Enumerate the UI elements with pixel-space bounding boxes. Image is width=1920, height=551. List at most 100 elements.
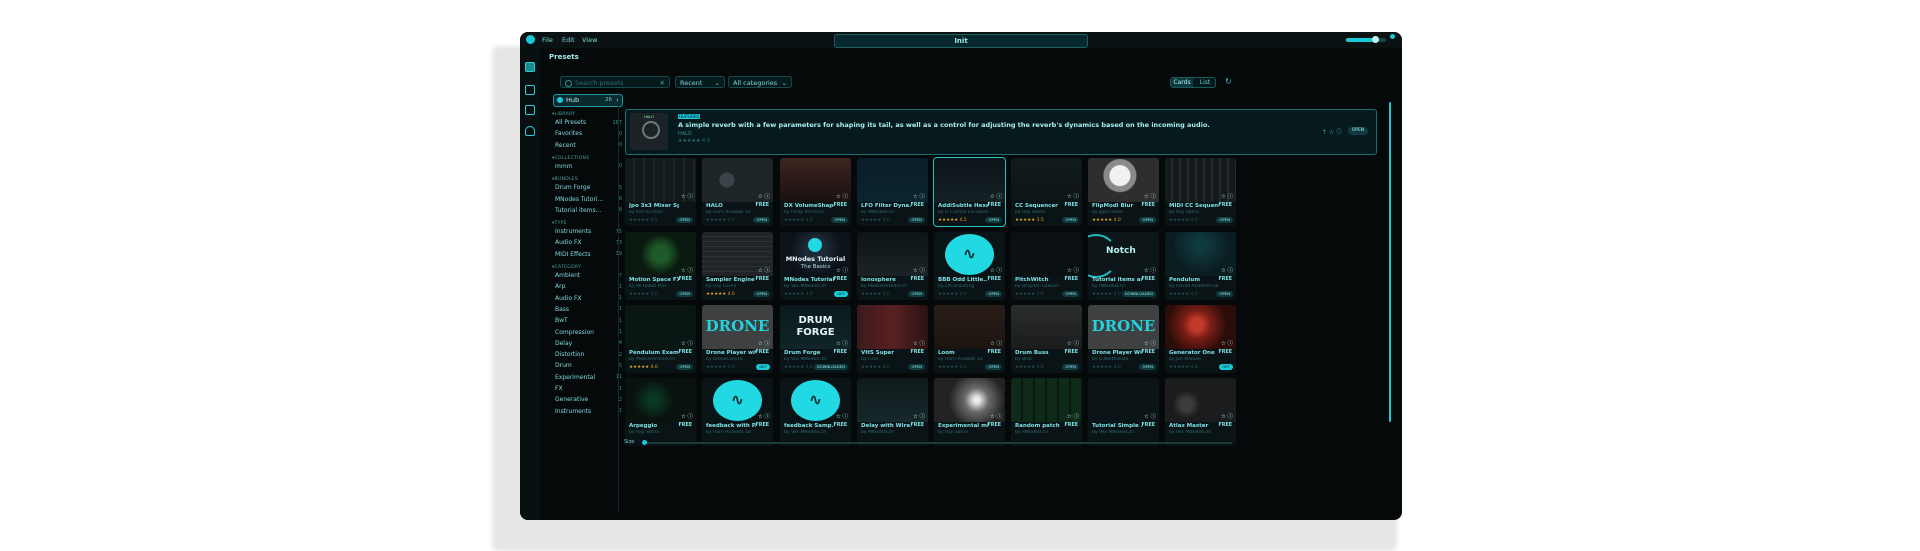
preset-card[interactable]: DRONE ☆ ⓘDrone Player with...FREE by Drone… xyxy=(702,305,773,373)
preset-card[interactable]: ☆ ⓘAddiSubtle Hexa...FREE by P. Castilla … xyxy=(933,157,1006,227)
open-button[interactable]: OPEN xyxy=(908,291,925,297)
cards-view-button[interactable]: Cards xyxy=(1171,78,1193,87)
clear-search-icon[interactable]: ✕ xyxy=(660,77,665,89)
card-actions-icon[interactable]: ☆ ⓘ xyxy=(758,266,770,274)
modules-nav-icon[interactable] xyxy=(525,105,535,115)
sidebar-item-audio-fx[interactable]: Audio FX xyxy=(555,295,582,302)
size-slider-knob[interactable] xyxy=(642,440,647,445)
card-actions-icon[interactable]: ☆ ⓘ xyxy=(836,266,848,274)
sidebar-item-fx[interactable]: FX xyxy=(555,385,563,392)
get-button[interactable]: GET xyxy=(1219,364,1233,370)
open-button[interactable]: OPEN xyxy=(676,217,693,223)
card-actions-icon[interactable]: ☆ ⓘ xyxy=(1144,412,1156,420)
preset-title[interactable]: Init xyxy=(834,34,1088,48)
sidebar-item-recent[interactable]: Recent xyxy=(555,142,576,149)
sidebar-item-bass[interactable]: Bass xyxy=(555,306,569,313)
sidebar-item-compression[interactable]: Compression xyxy=(555,329,594,336)
open-button[interactable]: OPEN xyxy=(831,217,848,223)
sidebar-section-collections[interactable]: ▾COLLECTIONS xyxy=(552,156,589,161)
preset-card[interactable]: ☆ ⓘ Delay with Wire... FREE by MNodesCtrl xyxy=(857,378,928,446)
sidebar-item-audio-fx[interactable]: Audio FX xyxy=(555,239,582,246)
featured-open-button[interactable]: OPEN xyxy=(1348,127,1368,135)
get-button[interactable]: GET xyxy=(756,364,770,370)
editor-nav-icon[interactable] xyxy=(525,85,535,95)
category-dropdown[interactable]: All categories ⌄ xyxy=(728,76,792,88)
sidebar-item-generative[interactable]: Generative xyxy=(555,396,588,403)
lab-nav-icon[interactable] xyxy=(525,126,535,136)
card-actions-icon[interactable]: ☆ ⓘ xyxy=(681,412,693,420)
preset-card[interactable]: Notch☆ ⓘTutorial items as...FREEby MNode… xyxy=(1088,232,1159,300)
presets-nav-icon[interactable] xyxy=(525,62,535,72)
card-actions-icon[interactable]: ☆ ⓘ xyxy=(913,266,925,274)
open-button[interactable]: OPEN xyxy=(676,291,693,297)
preset-card[interactable]: ☆ ⓘ Generator One FREE by Jon Manuel ★★★★★ 4… xyxy=(1165,305,1236,373)
card-actions-icon[interactable]: ☆ ⓘ xyxy=(681,339,693,347)
card-actions-icon[interactable]: ☆ ⓘ xyxy=(836,192,848,200)
open-button[interactable]: OPEN xyxy=(985,364,1002,370)
search-input[interactable]: Search presets ✕ xyxy=(560,76,670,88)
sidebar-item-tutorial-items-[interactable]: Tutorial items... xyxy=(555,207,601,214)
open-button[interactable]: OPEN xyxy=(985,217,1002,223)
open-button[interactable]: OPEN xyxy=(1062,217,1079,223)
sort-dropdown[interactable]: Recent ⌄ xyxy=(675,76,725,88)
preset-card[interactable]: ☆ ⓘ Drum Buss FREE by Blob ★★★★★ 4.0 OPEN xyxy=(1011,305,1082,373)
card-actions-icon[interactable]: ☆ ⓘ xyxy=(1221,192,1233,200)
preset-card[interactable]: ∿ ☆ ⓘ BBB Odd Little... FREE by LPConsulting… xyxy=(934,232,1005,300)
downloaded-button[interactable]: DOWNLOADED xyxy=(1121,291,1156,297)
sidebar-section-library[interactable]: ▾LIBRARY xyxy=(552,112,575,117)
sidebar-section-type[interactable]: ▾TYPE xyxy=(552,221,567,226)
card-actions-icon[interactable]: ☆ ⓘ xyxy=(990,412,1002,420)
open-button[interactable]: OPEN xyxy=(985,291,1002,297)
app-logo-icon[interactable] xyxy=(526,35,535,44)
card-actions-icon[interactable]: ☆ ⓘ xyxy=(1067,412,1079,420)
preset-card[interactable]: ☆ ⓘ Loom FREE by Harri Anawati 18 ★★★★★ 4.0 O… xyxy=(934,305,1005,373)
featured-actions[interactable]: ⇡ ☆ ⓘ xyxy=(1322,127,1342,136)
open-button[interactable]: OPEN xyxy=(1139,364,1156,370)
open-button[interactable]: OPEN xyxy=(908,217,925,223)
preset-card[interactable]: ☆ ⓘ CC Sequencer FREE by Ray Sbtroi ★★★★★ 3.… xyxy=(1011,158,1082,226)
sidebar-item-instruments[interactable]: Instruments xyxy=(555,408,591,415)
get-button[interactable]: GET xyxy=(834,291,848,297)
size-slider[interactable] xyxy=(644,442,1232,444)
card-actions-icon[interactable]: ☆ ⓘ xyxy=(681,266,693,274)
preset-card[interactable]: DRONE ☆ ⓘDrone Player Wi...FREE by D.North… xyxy=(1088,305,1159,373)
sidebar-item-experimental[interactable]: Experimental xyxy=(555,374,595,381)
sidebar-item-drum[interactable]: Drum xyxy=(555,362,572,369)
menu-view[interactable]: View xyxy=(582,36,597,44)
sidebar-item-distortion[interactable]: Distortion xyxy=(555,351,584,358)
card-actions-icon[interactable]: ☆ ⓘ xyxy=(913,192,925,200)
preset-card[interactable]: ☆ ⓘ PitchWitch FREE by Brayden Lawson ★★★★★ … xyxy=(1011,232,1082,300)
preset-card[interactable]: ☆ ⓘ VHS Super FREE by Fuse ★★★★★ 4.0 OPEN xyxy=(857,305,928,373)
open-button[interactable]: OPEN xyxy=(1216,217,1233,223)
card-actions-icon[interactable]: ☆ ⓘ xyxy=(836,339,848,347)
open-button[interactable]: OPEN xyxy=(1062,364,1079,370)
sidebar-item-arp[interactable]: Arp xyxy=(555,283,565,290)
sidebar-section-category[interactable]: ▾CATEGORY xyxy=(552,265,581,270)
card-actions-icon[interactable]: ☆ ⓘ xyxy=(990,266,1002,274)
open-button[interactable]: OPEN xyxy=(753,291,770,297)
sidebar-section-bundles[interactable]: ▾BUNDLES xyxy=(552,177,578,182)
preset-card[interactable]: ∿ ☆ ⓘ feedback Samp... FREE by Vex MNodesCtr… xyxy=(780,378,851,446)
preset-card[interactable]: ☆ ⓘ Motion Space FX FREE by Mr Robot Plus ★★… xyxy=(625,232,696,300)
sidebar-item-midi-effects[interactable]: MIDI Effects xyxy=(555,251,591,258)
sidebar-item-delay[interactable]: Delay xyxy=(555,340,572,347)
card-actions-icon[interactable]: ☆ ⓘ xyxy=(758,412,770,420)
card-actions-icon[interactable]: ☆ ⓘ xyxy=(1067,339,1079,347)
card-actions-icon[interactable]: ☆ ⓘ xyxy=(1144,339,1156,347)
preset-card[interactable]: ☆ ⓘ Sampler Engine FREE by Ray Lovell ★★★★★ … xyxy=(702,232,773,300)
preset-card[interactable]: ☆ ⓘ Atlas Master FREE by Vex MNodesCtrl xyxy=(1165,378,1236,446)
sidebar-item-instruments[interactable]: Instruments xyxy=(555,228,591,235)
card-actions-icon[interactable]: ☆ ⓘ xyxy=(1144,266,1156,274)
preset-card[interactable]: ☆ ⓘ HALO FREE by Harri Anawati 18 ★★★★★ 4.0 O… xyxy=(702,158,773,226)
card-actions-icon[interactable]: ☆ ⓘ xyxy=(913,339,925,347)
featured-preset[interactable]: HALO FEATURED A simple reverb with a few… xyxy=(625,109,1377,155)
sidebar-item-ambient[interactable]: Ambient xyxy=(555,272,580,279)
card-actions-icon[interactable]: ☆ ⓘ xyxy=(990,339,1002,347)
card-actions-icon[interactable]: ☆ ⓘ xyxy=(758,339,770,347)
preset-card[interactable]: ☆ ⓘ Ionosphere FREE by MadcleArtedeCtrl ★★★★… xyxy=(857,232,928,300)
card-actions-icon[interactable]: ☆ ⓘ xyxy=(758,192,770,200)
preset-card[interactable]: ☆ ⓘPendulum Exam...FREEby MadcleArtedeCt… xyxy=(625,305,696,373)
sidebar-item-mnodes-tutori-[interactable]: MNodes Tutori... xyxy=(555,196,603,203)
refresh-icon[interactable]: ↻ xyxy=(1225,77,1232,86)
preset-card[interactable]: ☆ ⓘ Random patch FREE by MNodesCtrl xyxy=(1011,378,1082,446)
